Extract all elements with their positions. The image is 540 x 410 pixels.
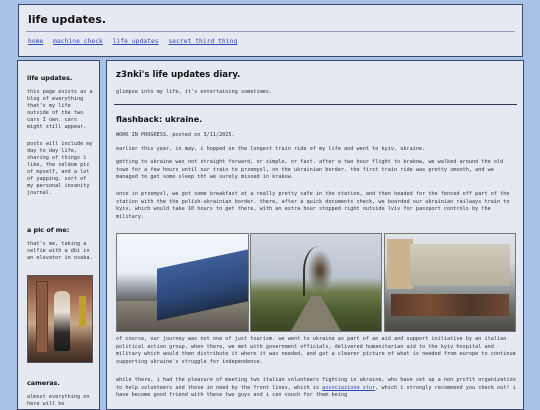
nav-life-updates-link[interactable]: life updates xyxy=(113,38,159,45)
countryside-photo xyxy=(250,233,382,332)
header-divider xyxy=(26,31,515,32)
sidebar-pic-caption: that's me, taking a selfie with a dbi in… xyxy=(27,241,93,261)
post-meta: WORK IN PROGRESS. posted on 3/11/2025. xyxy=(116,132,235,138)
nav-home-link[interactable]: home xyxy=(28,38,43,45)
destroyed-tanks-photo xyxy=(384,233,516,332)
associazione-stur-link[interactable]: associazione stur xyxy=(322,385,375,391)
site-title: life updates. xyxy=(28,13,107,26)
sidebar-intro-text: this page exists as a blog of everything… xyxy=(27,89,93,130)
post-paragraph-1: earlier this year, in may, i hopped on t… xyxy=(116,146,426,152)
sidebar-panel: life updates. this page exists as a blog… xyxy=(17,60,100,410)
post-paragraph-5: while there, i had the pleasure of meeti… xyxy=(116,377,516,400)
main-panel: z3nki's life updates diary. glimpse into… xyxy=(106,60,524,410)
main-divider xyxy=(114,104,517,105)
post-paragraph-4: of course, our journey was not one of ju… xyxy=(116,336,516,365)
nav-bar: home machine check life updates secret t… xyxy=(28,38,243,45)
sidebar-heading-pic: a pic of me: xyxy=(27,226,70,234)
post-paragraph-2: getting to ukraine was not straight forw… xyxy=(116,159,504,181)
diary-title: z3nki's life updates diary. xyxy=(116,70,241,80)
diary-subtitle: glimpse into my life, it's entertaining … xyxy=(116,89,273,95)
selfie-photo xyxy=(27,275,93,363)
sidebar-heading-life-updates: life updates. xyxy=(27,74,73,82)
train-photo xyxy=(116,233,249,332)
sidebar-posts-text: posts will include my day to day life, s… xyxy=(27,141,93,196)
nav-secret-third-thing-link[interactable]: secret third thing xyxy=(168,38,237,45)
post-paragraph-3: once in przemysl, we got some breakfast … xyxy=(116,191,510,220)
post-title: flashback: ukraine. xyxy=(116,115,203,124)
header-panel: life updates. home machine check life up… xyxy=(18,4,523,57)
sidebar-cameras-text: almost everything on here will be xyxy=(27,394,90,407)
nav-machine-check-link[interactable]: machine check xyxy=(53,38,103,45)
sidebar-heading-cameras: cameras. xyxy=(27,379,60,387)
